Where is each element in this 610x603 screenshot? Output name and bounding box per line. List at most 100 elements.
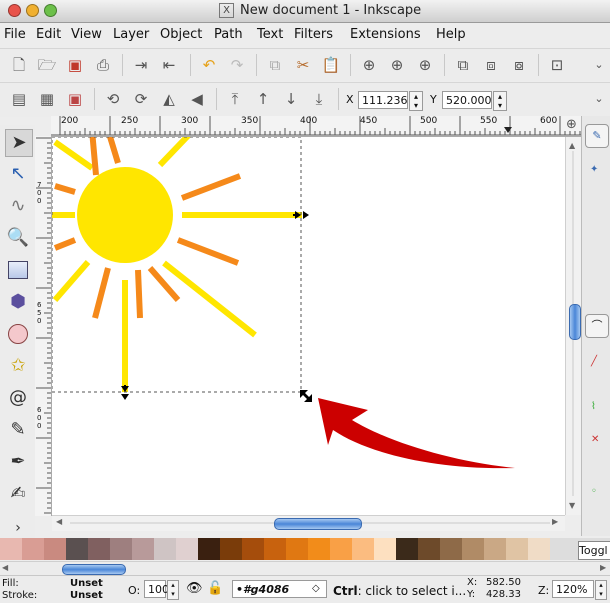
new-document-icon[interactable]: 🗋 xyxy=(8,54,30,76)
ray-orange[interactable] xyxy=(54,183,76,195)
menu-help[interactable]: Help xyxy=(436,27,466,42)
menu-text[interactable]: Text xyxy=(257,27,283,42)
zoom-drawing-icon[interactable]: ⊕ xyxy=(386,54,408,76)
pen-tool-icon[interactable]: ✒ xyxy=(5,449,31,475)
sun-circle[interactable] xyxy=(77,167,173,263)
ray-orange[interactable] xyxy=(53,237,77,251)
palette-scroll-right-icon[interactable]: ▶ xyxy=(600,563,606,572)
copy-icon[interactable]: ⧉ xyxy=(264,54,286,76)
x-coordinate-input[interactable]: 111.236 xyxy=(358,91,408,109)
toggle-palette-button[interactable]: Toggl xyxy=(578,541,610,560)
color-swatch[interactable] xyxy=(462,538,484,560)
scroll-left-arrow-icon[interactable]: ◀ xyxy=(56,517,62,526)
menu-layer[interactable]: Layer xyxy=(113,27,149,42)
lower-icon[interactable]: ↓ xyxy=(280,88,302,110)
select-all-layers-icon[interactable]: ▦ xyxy=(36,88,58,110)
opacity-spinner[interactable]: ▴ ▾ xyxy=(167,580,179,600)
snap-toggle-icon[interactable]: ✎ xyxy=(585,124,609,148)
color-swatch[interactable] xyxy=(484,538,506,560)
zoom-input[interactable]: 120% xyxy=(552,580,594,598)
menu-edit[interactable]: Edit xyxy=(36,27,61,42)
horizontal-scrollbar[interactable]: ◀ ▶ xyxy=(52,515,565,531)
color-swatch[interactable] xyxy=(154,538,176,560)
menu-view[interactable]: View xyxy=(71,27,102,42)
color-swatch[interactable] xyxy=(220,538,242,560)
x-spinner[interactable]: ▴ ▾ xyxy=(409,91,423,111)
toolbar-overflow-chevron-icon[interactable]: ⌄ xyxy=(588,54,610,76)
undo-icon[interactable]: ↶ xyxy=(198,54,220,76)
open-folder-icon[interactable]: 🗁 xyxy=(36,54,58,76)
rotate-ccw-icon[interactable]: ⟲ xyxy=(102,88,124,110)
zoom-tool-icon[interactable]: 🔍 xyxy=(5,225,31,251)
print-icon[interactable]: ⎙ xyxy=(92,54,114,76)
ray-orange[interactable] xyxy=(92,267,111,319)
rectangle-tool-icon[interactable] xyxy=(5,257,31,283)
close-window-button[interactable] xyxy=(8,4,21,17)
y-spinner[interactable]: ▴ ▾ xyxy=(493,91,507,111)
y-coordinate-input[interactable]: 520.000 xyxy=(442,91,492,109)
snap-path-icon[interactable]: ⌇ xyxy=(591,401,596,412)
color-swatch[interactable] xyxy=(528,538,550,560)
controls-overflow-chevron-icon[interactable]: ⌄ xyxy=(588,88,610,110)
flip-horizontal-icon[interactable]: ◭ xyxy=(158,88,180,110)
select-all-icon[interactable]: ▤ xyxy=(8,88,30,110)
3d-box-tool-icon[interactable]: ⬢ xyxy=(5,289,31,315)
layer-lock-icon[interactable]: 🔓 xyxy=(207,581,223,596)
red-curved-arrow[interactable] xyxy=(318,398,515,469)
minimize-window-button[interactable] xyxy=(26,4,39,17)
ray-orange[interactable] xyxy=(106,137,121,164)
drawing-canvas[interactable] xyxy=(52,137,565,515)
save-icon[interactable]: ▣ xyxy=(64,54,86,76)
color-swatch[interactable] xyxy=(44,538,66,560)
vertical-scrollbar[interactable]: ▲ ▼ xyxy=(565,137,582,515)
lower-to-bottom-icon[interactable]: ⤓ xyxy=(308,88,330,110)
color-swatch[interactable] xyxy=(110,538,132,560)
palette-scroll-thumb[interactable] xyxy=(62,564,126,575)
color-swatch[interactable] xyxy=(198,538,220,560)
menu-extensions[interactable]: Extensions xyxy=(350,27,421,42)
opacity-input[interactable]: 100 xyxy=(144,580,169,598)
tweak-tool-icon[interactable]: ∿ xyxy=(5,193,31,219)
color-swatch[interactable] xyxy=(132,538,154,560)
color-swatch[interactable] xyxy=(396,538,418,560)
color-swatch[interactable] xyxy=(418,538,440,560)
color-swatch[interactable] xyxy=(264,538,286,560)
scale-handle-corner[interactable] xyxy=(300,390,312,402)
stroke-value[interactable]: Unset xyxy=(70,590,103,601)
vertical-scroll-thumb[interactable] xyxy=(569,304,581,340)
star-tool-icon[interactable]: ✩ xyxy=(5,353,31,379)
ray-orange[interactable] xyxy=(176,237,240,266)
node-tool-icon[interactable]: ↖ xyxy=(5,161,31,187)
horizontal-scroll-thumb[interactable] xyxy=(274,518,362,530)
export-icon[interactable]: ⇤ xyxy=(158,54,180,76)
menu-path[interactable]: Path xyxy=(214,27,243,42)
ellipse-tool-icon[interactable] xyxy=(5,321,31,347)
ray-orange[interactable] xyxy=(180,173,242,201)
ray-lower-left[interactable] xyxy=(52,260,91,302)
cut-icon[interactable]: ✂ xyxy=(292,54,314,76)
palette-scroll-left-icon[interactable]: ◀ xyxy=(2,563,8,572)
color-swatch[interactable] xyxy=(308,538,330,560)
ray-upper-right[interactable] xyxy=(157,137,205,168)
scroll-up-arrow-icon[interactable]: ▲ xyxy=(569,141,575,150)
raise-to-top-icon[interactable]: ⤒ xyxy=(224,88,246,110)
redo-icon[interactable]: ↷ xyxy=(226,54,248,76)
snap-intersection-icon[interactable]: ✕ xyxy=(591,434,599,445)
scroll-right-arrow-icon[interactable]: ▶ xyxy=(552,517,558,526)
menu-filters[interactable]: Filters xyxy=(294,27,333,42)
layer-visibility-eye-icon[interactable]: 👁 xyxy=(186,581,203,596)
layer-dropdown-chevron-icon[interactable]: ◇ xyxy=(312,583,320,594)
zoom-window-button[interactable] xyxy=(44,4,57,17)
menu-object[interactable]: Object xyxy=(160,27,202,42)
snap-midpoint-icon[interactable]: ╱ xyxy=(591,356,597,367)
ray-orange[interactable] xyxy=(135,269,143,319)
calligraphy-tool-icon[interactable]: ✍ xyxy=(5,481,31,507)
menu-file[interactable]: File xyxy=(4,27,26,42)
ray-upper-left[interactable] xyxy=(53,139,94,171)
rotate-cw-icon[interactable]: ⟳ xyxy=(130,88,152,110)
scroll-down-arrow-icon[interactable]: ▼ xyxy=(569,501,575,510)
spiral-tool-icon[interactable]: @ xyxy=(5,385,31,411)
zoom-corner-icon[interactable]: ⊕ xyxy=(566,117,577,132)
deselect-icon[interactable]: ▣ xyxy=(64,88,86,110)
color-swatch[interactable] xyxy=(176,538,198,560)
